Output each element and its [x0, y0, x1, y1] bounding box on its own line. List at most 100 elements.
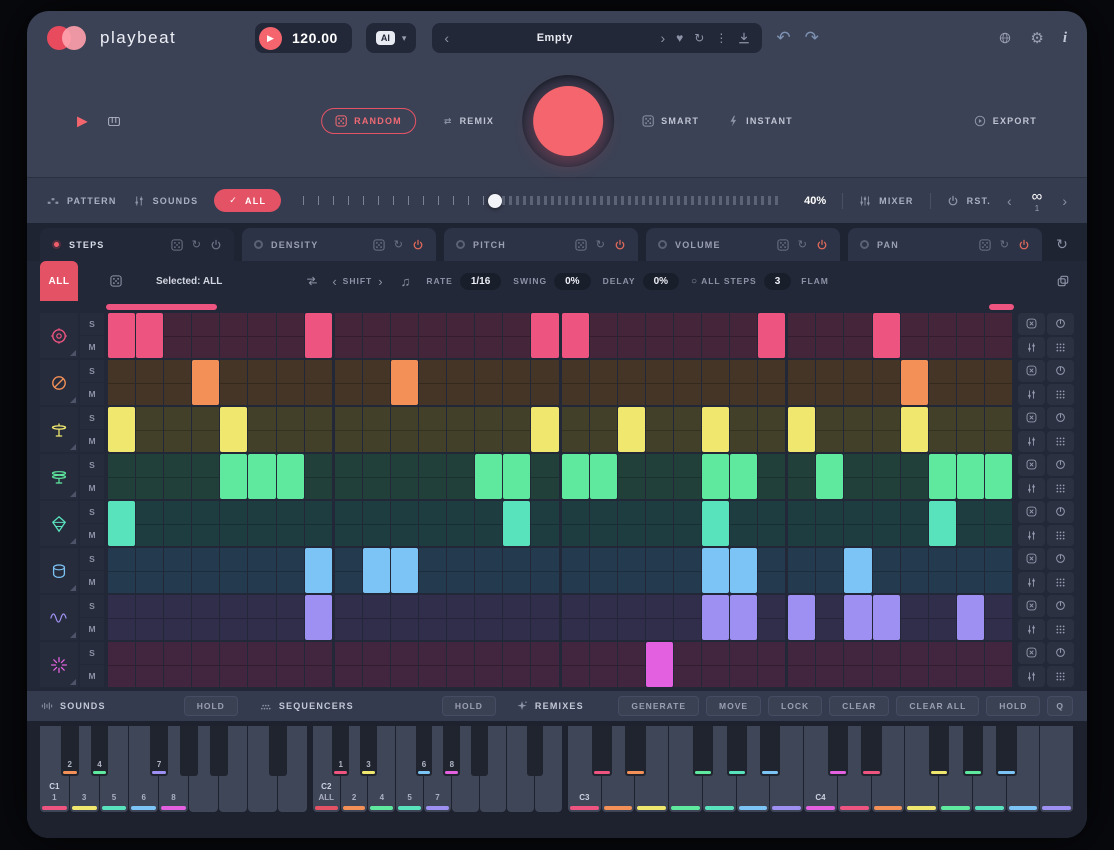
step-cell-24[interactable] [758, 313, 785, 358]
dice-icon[interactable] [777, 239, 789, 251]
step-cell-17[interactable] [562, 501, 589, 546]
step-cell-6[interactable] [248, 407, 275, 452]
step-cell-26[interactable] [816, 595, 843, 640]
tab-density[interactable]: DENSITY ↻ [242, 228, 436, 261]
step-cell-24[interactable] [758, 595, 785, 640]
piano-key-black[interactable] [210, 726, 228, 776]
step-cell-11[interactable] [391, 360, 418, 405]
loop-icon[interactable]: ↻ [192, 238, 201, 251]
step-cell-1[interactable] [108, 407, 135, 452]
track-mixer-button[interactable] [1018, 572, 1045, 594]
track-icon-shaker[interactable] [40, 501, 78, 546]
step-cell-21[interactable] [674, 548, 701, 593]
step-cell-12[interactable] [419, 313, 446, 358]
play-button[interactable]: ▶ [259, 27, 282, 50]
track-icon-hihat-closed[interactable] [40, 407, 78, 452]
step-cell-16[interactable] [531, 548, 558, 593]
step-cell-1[interactable] [108, 548, 135, 593]
step-cell-10[interactable] [363, 313, 390, 358]
step-cell-31[interactable] [957, 313, 984, 358]
step-cell-21[interactable] [674, 642, 701, 687]
expand-corner-icon[interactable] [70, 538, 76, 544]
step-cell-32[interactable] [985, 360, 1012, 405]
shift-right-button[interactable]: › [378, 275, 382, 288]
piano-key-black[interactable] [996, 726, 1016, 776]
step-cell-25[interactable] [788, 407, 815, 452]
step-cell-30[interactable] [929, 454, 956, 499]
step-cell-15[interactable] [503, 501, 530, 546]
solo-button[interactable]: S [80, 360, 104, 382]
step-cell-20[interactable] [646, 360, 673, 405]
track-substeps-button[interactable] [1047, 666, 1074, 688]
swap-icon[interactable] [306, 275, 318, 287]
step-cell-12[interactable] [419, 548, 446, 593]
step-cell-29[interactable] [901, 548, 928, 593]
step-cell-19[interactable] [618, 454, 645, 499]
step-cell-27[interactable] [844, 501, 871, 546]
track-mixer-button[interactable] [1018, 478, 1045, 500]
step-cell-27[interactable] [844, 642, 871, 687]
step-cell-31[interactable] [957, 407, 984, 452]
copy-button[interactable] [1057, 275, 1069, 287]
step-cell-13[interactable] [447, 548, 474, 593]
track-substeps-button[interactable] [1047, 431, 1074, 453]
keyboard-icon[interactable] [108, 115, 120, 127]
step-cell-5[interactable] [220, 642, 247, 687]
piano-key-black[interactable] [180, 726, 198, 776]
step-cell-15[interactable] [503, 360, 530, 405]
clear-track-button[interactable] [1018, 548, 1045, 570]
step-cell-14[interactable] [475, 313, 502, 358]
step-cell-9[interactable] [335, 407, 362, 452]
step-cell-17[interactable] [562, 595, 589, 640]
step-cell-3[interactable] [164, 595, 191, 640]
expand-corner-icon[interactable] [70, 444, 76, 450]
step-cell-12[interactable] [419, 454, 446, 499]
slider-knob[interactable] [488, 194, 502, 208]
step-cell-15[interactable] [503, 548, 530, 593]
step-cell-9[interactable] [335, 454, 362, 499]
density-slider[interactable] [303, 192, 782, 210]
mute-button[interactable]: M [80, 477, 104, 499]
step-cell-30[interactable] [929, 313, 956, 358]
track-icon-tom[interactable] [40, 548, 78, 593]
step-cell-9[interactable] [335, 548, 362, 593]
track-icon-hihat-open[interactable] [40, 454, 78, 499]
step-cell-5[interactable] [220, 548, 247, 593]
step-cell-1[interactable] [108, 360, 135, 405]
step-cell-23[interactable] [730, 595, 757, 640]
piano-key-black[interactable] [693, 726, 713, 776]
step-cell-11[interactable] [391, 595, 418, 640]
quantize-button[interactable]: Q [1047, 696, 1073, 716]
download-icon[interactable] [738, 32, 750, 44]
step-cell-5[interactable] [220, 454, 247, 499]
track-mixer-button[interactable] [1018, 619, 1045, 641]
step-cell-11[interactable] [391, 407, 418, 452]
step-cell-8[interactable] [305, 313, 332, 358]
step-cell-17[interactable] [562, 407, 589, 452]
step-cell-25[interactable] [788, 501, 815, 546]
step-cell-24[interactable] [758, 360, 785, 405]
step-cell-24[interactable] [758, 454, 785, 499]
step-cell-9[interactable] [335, 360, 362, 405]
mute-button[interactable]: M [80, 524, 104, 546]
step-cell-1[interactable] [108, 595, 135, 640]
mute-button[interactable]: M [80, 430, 104, 452]
solo-button[interactable]: S [80, 407, 104, 429]
step-cell-10[interactable] [363, 454, 390, 499]
step-cell-28[interactable] [873, 501, 900, 546]
track-substeps-button[interactable] [1047, 337, 1074, 359]
step-cell-32[interactable] [985, 501, 1012, 546]
step-cell-16[interactable] [531, 313, 558, 358]
step-cell-4[interactable] [192, 360, 219, 405]
step-cell-16[interactable] [531, 501, 558, 546]
step-cell-6[interactable] [248, 454, 275, 499]
step-cell-19[interactable] [618, 642, 645, 687]
tab-steps[interactable]: STEPS ↻ [40, 228, 234, 261]
step-cell-23[interactable] [730, 642, 757, 687]
track-substeps-button[interactable] [1047, 384, 1074, 406]
step-cell-20[interactable] [646, 454, 673, 499]
step-cell-17[interactable] [562, 642, 589, 687]
step-cell-8[interactable] [305, 454, 332, 499]
track-knob-button[interactable] [1047, 360, 1074, 382]
step-cell-23[interactable] [730, 313, 757, 358]
